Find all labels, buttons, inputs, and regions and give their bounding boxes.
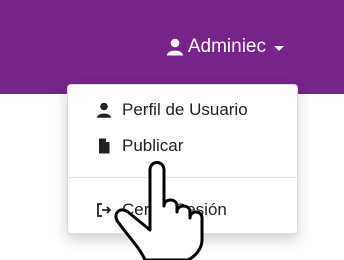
- menu-item-label: Perfil de Usuario: [122, 100, 248, 119]
- menu-item-perfil[interactable]: Perfil de Usuario: [68, 97, 297, 123]
- user-name: Adminiec: [187, 36, 266, 57]
- hand-pointer-icon: [114, 161, 204, 260]
- user-icon: [166, 38, 183, 56]
- top-navbar: Adminiec: [0, 0, 344, 94]
- user-icon: [97, 102, 111, 118]
- caret-down-icon: [274, 46, 284, 51]
- user-menu-toggle[interactable]: Adminiec: [166, 36, 284, 58]
